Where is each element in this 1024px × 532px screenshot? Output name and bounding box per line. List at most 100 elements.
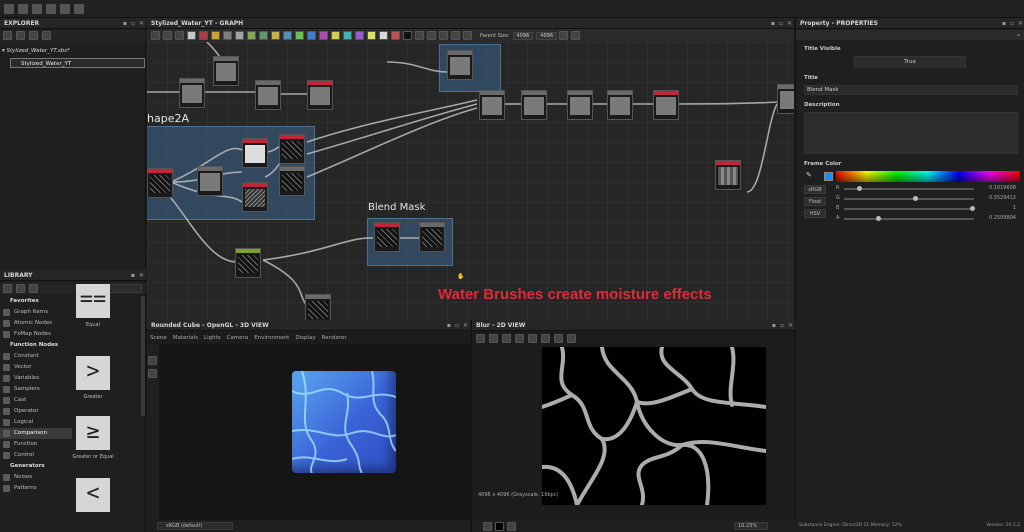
chevron-down-icon[interactable]: ⌄: [1016, 31, 1021, 38]
library-item[interactable]: Graph Items: [0, 307, 72, 318]
view2d-tool-icon[interactable]: [489, 334, 498, 343]
library-filter-icon[interactable]: [3, 284, 12, 293]
properties-collapse-bar[interactable]: ⌄: [796, 30, 1024, 40]
graph-node[interactable]: [777, 84, 794, 114]
library-item[interactable]: Noises: [0, 472, 72, 483]
library-item[interactable]: Vector: [0, 362, 72, 373]
float-icon[interactable]: ▫: [455, 320, 459, 331]
channel-icon[interactable]: [495, 522, 504, 531]
library-item[interactable]: Constant: [0, 351, 72, 362]
view3d-menu-item[interactable]: Renderer: [322, 335, 347, 341]
new-package-icon[interactable]: [4, 3, 14, 14]
colorspace-dropdown[interactable]: sRGB (default): [157, 522, 233, 530]
channel-slider-track[interactable]: [844, 206, 975, 211]
float-icon[interactable]: ▫: [1010, 18, 1014, 29]
graph-item[interactable]: Stylized_Water_YT: [10, 58, 145, 68]
graph-node[interactable]: [479, 90, 505, 120]
graph-tool-icon[interactable]: [451, 31, 460, 40]
channel-slider-knob[interactable]: [856, 186, 862, 191]
graph-node[interactable]: [305, 294, 331, 320]
graph-node[interactable]: [607, 90, 633, 120]
float-icon[interactable]: ▫: [131, 18, 135, 29]
blend-mask-node[interactable]: [374, 222, 400, 252]
graph-node[interactable]: [447, 50, 473, 80]
view3d-menu-item[interactable]: Materials: [173, 335, 198, 341]
graph-tool-icon[interactable]: [163, 31, 172, 40]
new-graph-icon[interactable]: [18, 3, 28, 14]
open-icon[interactable]: [32, 3, 42, 14]
pin-icon[interactable]: ▪: [123, 18, 127, 29]
package-item[interactable]: ▾ Stylized_Water_YT.sbs*: [2, 46, 144, 56]
graph-node[interactable]: [279, 166, 305, 196]
node-icon[interactable]: [331, 31, 340, 40]
explorer-close-icon[interactable]: [42, 31, 51, 40]
graph-tool-icon[interactable]: [151, 31, 160, 40]
graph-node[interactable]: [242, 182, 268, 212]
graph-node[interactable]: [279, 134, 305, 164]
color-mode-button[interactable]: Float: [804, 197, 826, 206]
color-mode-button[interactable]: sRGB: [804, 185, 826, 194]
view2d-tool-icon[interactable]: [554, 334, 563, 343]
node-icon[interactable]: [379, 31, 388, 40]
channel-slider-track[interactable]: [844, 216, 974, 221]
library-tile[interactable]: >: [76, 356, 110, 390]
node-icon[interactable]: [295, 31, 304, 40]
explorer-save-icon[interactable]: [29, 31, 38, 40]
channel-icon[interactable]: [483, 522, 492, 531]
explorer-new-icon[interactable]: [3, 31, 12, 40]
graph-tool-icon[interactable]: [559, 31, 569, 40]
save-icon[interactable]: [46, 3, 56, 14]
graph-node[interactable]: [567, 90, 593, 120]
view3d-viewport[interactable]: [159, 344, 470, 520]
node-icon[interactable]: [271, 31, 280, 40]
graph-node[interactable]: [213, 56, 239, 86]
node-icon[interactable]: [187, 31, 196, 40]
graph-tool-icon[interactable]: [427, 31, 436, 40]
channel-icon[interactable]: [507, 522, 516, 531]
library-item[interactable]: Favorites: [0, 296, 72, 307]
node-icon[interactable]: [307, 31, 316, 40]
library-item[interactable]: Comparison: [0, 428, 72, 439]
size-dropdown[interactable]: 4096: [536, 31, 558, 40]
channel-value[interactable]: 0.1019608: [989, 185, 1016, 191]
node-icon[interactable]: [247, 31, 256, 40]
close-icon[interactable]: ✕: [139, 270, 144, 281]
library-grid-icon[interactable]: [29, 284, 38, 293]
graph-node[interactable]: [197, 166, 223, 196]
pin-icon[interactable]: ▪: [131, 270, 135, 281]
graph-node[interactable]: [307, 80, 333, 110]
node-icon[interactable]: [391, 31, 400, 40]
light-icon[interactable]: [148, 369, 157, 378]
view3d-menu-item[interactable]: Display: [295, 335, 315, 341]
channel-value[interactable]: 0.5529412: [989, 195, 1016, 201]
description-field[interactable]: [804, 112, 1018, 154]
eyedropper-icon[interactable]: ✎: [806, 171, 812, 179]
close-icon[interactable]: ✕: [1018, 18, 1023, 29]
channel-slider-knob[interactable]: [913, 196, 919, 201]
graph-tool-icon[interactable]: [415, 31, 424, 40]
node-icon[interactable]: [223, 31, 232, 40]
view2d-tool-icon[interactable]: [541, 334, 550, 343]
library-item[interactable]: Control: [0, 450, 72, 461]
library-tile[interactable]: <: [76, 478, 110, 512]
graph-tool-icon[interactable]: [571, 31, 581, 40]
library-item[interactable]: Patterns: [0, 483, 72, 494]
library-item[interactable]: Cast: [0, 395, 72, 406]
close-icon[interactable]: ✕: [139, 18, 144, 29]
graph-canvas[interactable]: hape2A Blend Mask ✋ Water Brushes create…: [147, 42, 794, 320]
close-icon[interactable]: ✕: [788, 320, 793, 331]
channel-slider-row[interactable]: B1: [836, 205, 1018, 213]
channel-slider-row[interactable]: G 0.5529412: [836, 195, 1018, 203]
graph-node[interactable]: [179, 78, 205, 108]
graph-node[interactable]: [147, 168, 173, 198]
library-scrollbar[interactable]: [141, 296, 145, 416]
library-item[interactable]: Variables: [0, 373, 72, 384]
graph-node[interactable]: [653, 90, 679, 120]
node-icon[interactable]: [211, 31, 220, 40]
hue-gradient[interactable]: [836, 171, 1020, 182]
float-icon[interactable]: ▫: [779, 18, 783, 29]
node-icon[interactable]: [283, 31, 292, 40]
view2d-tool-icon[interactable]: [476, 334, 485, 343]
library-item[interactable]: Function Nodes: [0, 340, 72, 351]
graph-node[interactable]: [521, 90, 547, 120]
